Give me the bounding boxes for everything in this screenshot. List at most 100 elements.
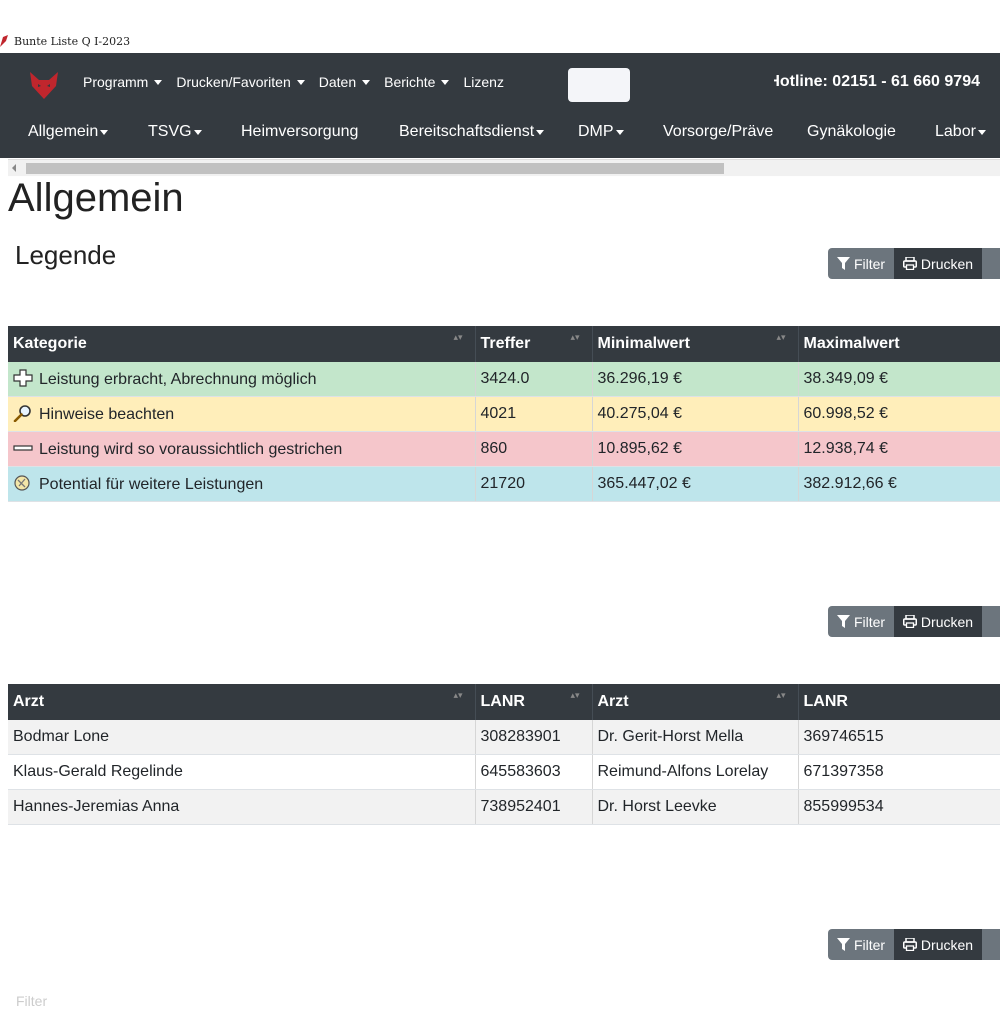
- sort-icon: ▴▾: [570, 332, 580, 342]
- scrollbar-thumb[interactable]: [26, 163, 724, 174]
- maximalwert-cell: 60.998,52 €: [798, 396, 1000, 432]
- column-header-arzt-2[interactable]: Arzt ▴▾: [592, 684, 799, 720]
- print-button[interactable]: Drucken: [894, 929, 982, 960]
- sort-icon: ▴▾: [453, 332, 463, 342]
- sort-icon: ▴▾: [570, 690, 580, 700]
- horizontal-scrollbar[interactable]: [8, 159, 1000, 177]
- window-title: Bunte Liste Q I-2023: [14, 34, 131, 48]
- tab-heimversorgung[interactable]: Heimversorgung: [241, 111, 358, 153]
- maximalwert-cell: 382.912,66 €: [798, 466, 1000, 502]
- arzt-cell: Reimund-Alfons Lorelay: [592, 754, 799, 790]
- chevron-down-icon: [154, 79, 163, 85]
- sort-icon: ▴▾: [776, 690, 786, 700]
- chevron-down-icon: [100, 129, 109, 135]
- minimalwert-cell: 10.895,62 €: [592, 431, 799, 467]
- lanr-cell: 645583603: [475, 754, 593, 790]
- window-title-bar: Bunte Liste Q I-2023: [0, 32, 1000, 50]
- tab-labor[interactable]: Labor: [935, 111, 986, 153]
- kategorie-cell: Hinweise beachten: [8, 396, 476, 432]
- menu-programm[interactable]: Programm: [83, 74, 163, 90]
- column-header-arzt[interactable]: Arzt ▴▾: [8, 684, 476, 720]
- button-group-edge: [982, 929, 1000, 960]
- printer-icon: [902, 938, 917, 951]
- doctors-toolbar: Filter Drucken: [828, 606, 1000, 637]
- filter-button[interactable]: Filter: [828, 248, 894, 279]
- treffer-cell: 860: [475, 431, 593, 467]
- sort-icon: ▴▾: [776, 332, 786, 342]
- chevron-down-icon: [362, 79, 371, 85]
- table-row[interactable]: Leistung wird so voraussichtlich gestric…: [8, 431, 1000, 467]
- column-header-maximalwert[interactable]: Maximalwert: [798, 326, 1000, 362]
- menu-drucken-favoriten[interactable]: Drucken/Favoriten: [176, 74, 305, 90]
- chevron-down-icon: [615, 129, 624, 135]
- legend-toolbar: Filter Drucken: [828, 248, 1000, 279]
- chevron-down-icon: [296, 79, 305, 85]
- tab-bereitschaftsdienst[interactable]: Bereitschaftsdienst: [399, 111, 545, 153]
- page-title: Allgemein: [8, 176, 184, 220]
- column-header-minimalwert[interactable]: Minimalwert ▴▾: [592, 326, 799, 362]
- plus-icon: [13, 369, 33, 387]
- maximalwert-cell: 38.349,09 €: [798, 362, 1000, 397]
- top-navbar: Programm Drucken/Favoriten Daten Bericht…: [0, 53, 1000, 111]
- printer-icon: [902, 257, 917, 270]
- treffer-cell: 3424.0: [475, 362, 593, 397]
- treffer-cell: 4021: [475, 396, 593, 432]
- maximalwert-cell: 12.938,74 €: [798, 431, 1000, 467]
- filter-icon: [836, 615, 850, 628]
- kategorie-cell: Leistung wird so voraussichtlich gestric…: [8, 431, 476, 467]
- table-row[interactable]: Bodmar Lone 308283901 Dr. Gerit-Horst Me…: [8, 720, 1000, 755]
- hotline-text: Hotline: 02151 - 61 660 9794: [774, 73, 980, 90]
- arzt-cell: Klaus-Gerald Regelinde: [8, 754, 476, 790]
- sort-icon: ▴▾: [453, 690, 463, 700]
- column-header-kategorie[interactable]: Kategorie ▴▾: [8, 326, 476, 362]
- button-group-edge: [982, 248, 1000, 279]
- legend-table: Kategorie ▴▾ Treffer ▴▾ Minimalwert ▴▾ Maxi…: [8, 326, 1000, 502]
- column-header-lanr[interactable]: LANR ▴▾: [475, 684, 593, 720]
- app-logo-icon: [0, 35, 8, 47]
- print-button[interactable]: Drucken: [894, 248, 982, 279]
- arzt-cell: Dr. Gerit-Horst Mella: [592, 720, 799, 755]
- lanr-cell: 671397358: [798, 754, 1000, 790]
- tab-tsvg[interactable]: TSVG: [148, 111, 202, 153]
- minimalwert-cell: 40.275,04 €: [592, 396, 799, 432]
- tab-vorsorge-praevention[interactable]: Vorsorge/Präve: [663, 111, 773, 153]
- chevron-down-icon: [536, 129, 545, 135]
- tab-gynaekologie[interactable]: Gynäkologie: [807, 111, 896, 153]
- menu-berichte[interactable]: Berichte: [384, 74, 450, 90]
- tab-dmp[interactable]: DMP: [578, 111, 624, 153]
- lanr-cell: 855999534: [798, 789, 1000, 825]
- chevron-down-icon: [977, 129, 986, 135]
- bottom-toolbar: Filter Drucken: [828, 929, 1000, 960]
- table-row[interactable]: Hannes-Jeremias Anna 738952401 Dr. Horst…: [8, 789, 1000, 825]
- column-header-lanr-2[interactable]: LANR: [798, 684, 1000, 720]
- filter-button[interactable]: Filter: [828, 606, 894, 637]
- magnifier-icon: [13, 405, 31, 422]
- table-row[interactable]: Hinweise beachten 4021 40.275,04 € 60.99…: [8, 396, 1000, 432]
- kategorie-cell: Potential für weitere Leistungen: [8, 466, 476, 502]
- treffer-cell: 21720: [475, 466, 593, 502]
- chevron-down-icon: [441, 79, 450, 85]
- print-button[interactable]: Drucken: [894, 606, 982, 637]
- filter-icon: [836, 938, 850, 951]
- menu-daten[interactable]: Daten: [319, 74, 371, 90]
- minimalwert-cell: 365.447,02 €: [592, 466, 799, 502]
- fox-logo-icon[interactable]: [27, 68, 61, 102]
- section-title: Legende: [15, 240, 117, 270]
- lanr-cell: 308283901: [475, 720, 593, 755]
- table-row[interactable]: Potential für weitere Leistungen 21720 3…: [8, 466, 1000, 502]
- arzt-cell: Hannes-Jeremias Anna: [8, 789, 476, 825]
- minimalwert-cell: 36.296,19 €: [592, 362, 799, 397]
- filter-button[interactable]: Filter: [828, 929, 894, 960]
- tab-allgemein[interactable]: Allgemein: [28, 111, 109, 153]
- table-row[interactable]: Klaus-Gerald Regelinde 645583603 Reimund…: [8, 754, 1000, 790]
- filter-icon: [836, 257, 850, 270]
- column-header-treffer[interactable]: Treffer ▴▾: [475, 326, 593, 362]
- arzt-cell: Bodmar Lone: [8, 720, 476, 755]
- minus-icon: [13, 445, 33, 451]
- table-row[interactable]: Leistung erbracht, Abrechnung möglich 34…: [8, 362, 1000, 397]
- search-input[interactable]: [568, 68, 630, 102]
- bottom-partial-text: Filter: [16, 993, 48, 1009]
- kategorie-cell: Leistung erbracht, Abrechnung möglich: [8, 362, 476, 397]
- scroll-left-icon[interactable]: [12, 164, 16, 172]
- menu-lizenz[interactable]: Lizenz: [463, 74, 503, 90]
